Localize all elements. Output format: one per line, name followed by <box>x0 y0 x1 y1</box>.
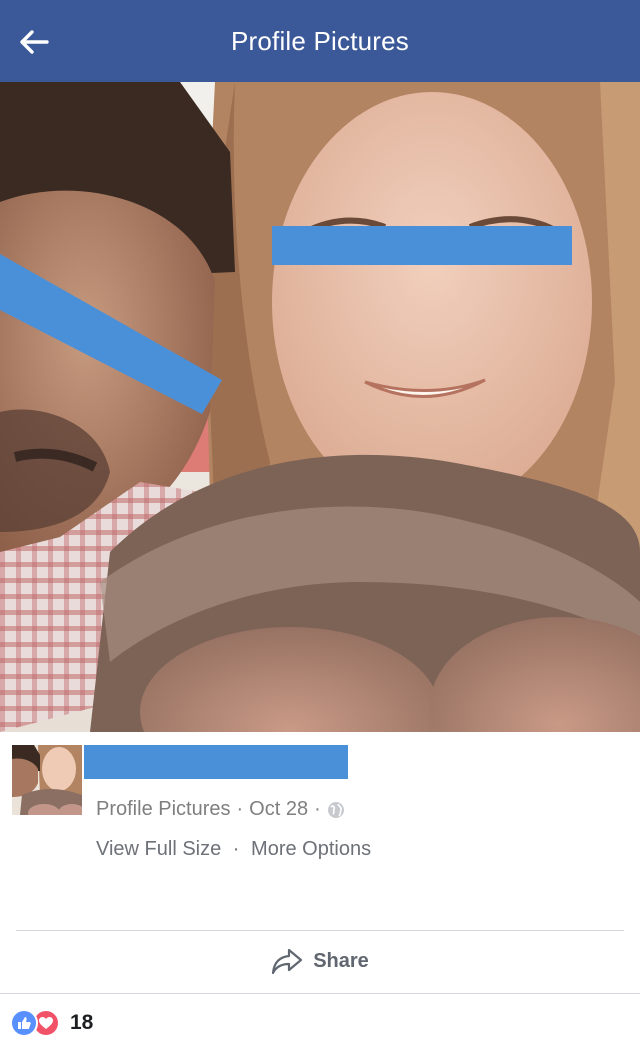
profile-thumbnail[interactable] <box>12 745 82 815</box>
share-label: Share <box>313 949 369 972</box>
separator: · <box>236 798 244 820</box>
share-button[interactable]: Share <box>0 931 640 991</box>
like-icon <box>10 1009 38 1037</box>
globe-icon <box>327 801 344 818</box>
profile-photo[interactable] <box>0 82 640 732</box>
reactions-summary[interactable]: 18 <box>10 1006 93 1040</box>
reaction-count: 18 <box>70 1011 94 1034</box>
separator: · <box>314 798 321 820</box>
more-options-link[interactable]: More Options <box>251 838 371 860</box>
view-full-size-link[interactable]: View Full Size <box>96 838 221 860</box>
album-name[interactable]: Profile Pictures <box>96 798 231 821</box>
redacted-name-bar <box>84 745 348 779</box>
redaction-bar-woman <box>272 226 572 265</box>
share-arrow-icon <box>272 948 303 975</box>
post-meta: Profile Pictures · Oct 28 · View Full Si… <box>0 732 640 932</box>
photo-actions: View Full Size · More Options <box>96 838 371 861</box>
top-navbar: Profile Pictures <box>0 0 640 82</box>
post-date[interactable]: Oct 28 <box>249 798 308 821</box>
separator: · <box>232 838 240 860</box>
post-subtitle: Profile Pictures · Oct 28 · <box>96 798 345 821</box>
divider <box>0 993 640 994</box>
page-title: Profile Pictures <box>230 26 410 56</box>
